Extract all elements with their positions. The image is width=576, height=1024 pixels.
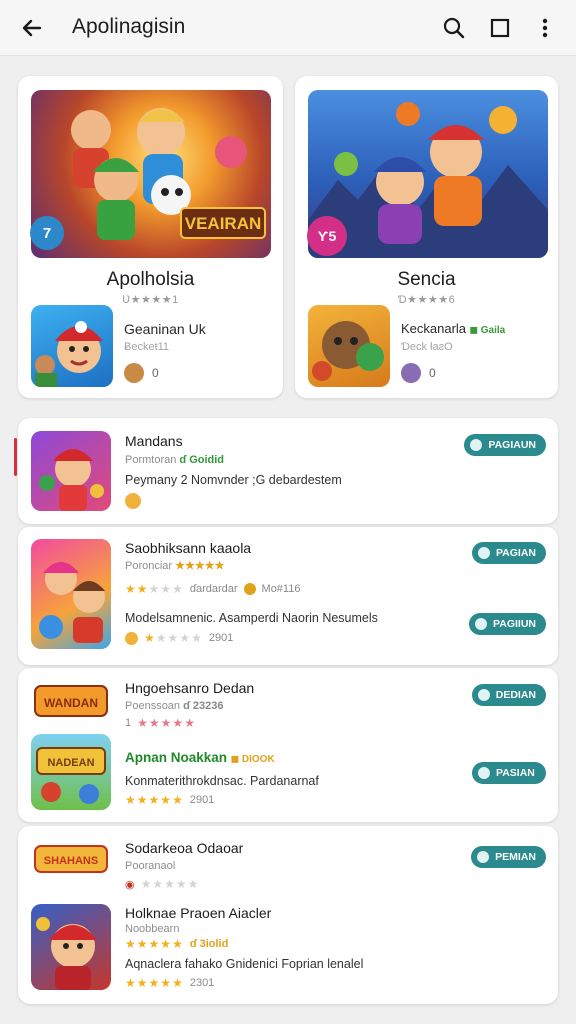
game-subtitle: Pormtoran ɗ Goidid — [125, 454, 225, 466]
game-rating: ★★★★★ 2301 — [125, 976, 215, 990]
game-icon — [31, 431, 111, 511]
install-button-secondary[interactable]: PASIAN — [472, 762, 546, 784]
game-logo: SHAHANS — [31, 838, 111, 882]
game-rating: ★★★★★ 2901 — [125, 793, 215, 807]
list-item[interactable]: WANDAN NADEAN Hngoehsanro Dedan Poenssoa… — [18, 668, 558, 822]
featured-card[interactable]: VEAIRAN 7 Apolholsia Ʋ★★★★1 Geaninan Uk … — [18, 76, 283, 398]
game-logo: WANDAN — [31, 678, 111, 730]
chat-bubble-icon — [477, 851, 490, 863]
install-button[interactable]: PAGIAN — [471, 542, 546, 564]
svg-text:VEAIRAN: VEAIRAN — [185, 214, 262, 233]
chat-bubble-icon — [478, 767, 490, 779]
coin-icon — [243, 583, 256, 595]
install-button[interactable]: DEDIAN — [471, 684, 546, 706]
game-icon — [31, 904, 111, 990]
install-button-secondary[interactable]: PAGIIUN — [469, 613, 546, 635]
game-developer: Noobbearn — [125, 923, 180, 935]
game-title: Keckanarla ◼ Gaila — [401, 321, 506, 336]
star-rating: ★★★★★ — [137, 716, 196, 730]
game-description: Modelsamnenic. Asamperdi Naorin Nesumels — [125, 611, 378, 625]
promo-title: Apnan Noakkan ◼ DIOOK — [125, 750, 275, 765]
friends-count: 0 — [152, 366, 159, 380]
game-thumbnail[interactable] — [31, 305, 113, 387]
featured-banner-image: VEAIRAN — [31, 90, 271, 258]
game-meta: ◉ ★★★★★ — [125, 877, 199, 891]
install-button[interactable]: PAGIAUN — [464, 434, 546, 456]
star-rating: ★★★★★ — [144, 631, 203, 645]
featured-card[interactable]: Ƴ5 Sencia Ɗ★★★★6 Keckanarla ◼ Gaila Ɗeck… — [295, 76, 558, 398]
game-description: Konmaterithrokdnsac. Pardanarnaf — [125, 774, 319, 788]
list-item[interactable]: SHAHANS Sodarkeoa Odaoar Pooranaol ◉ ★★★… — [18, 826, 558, 1004]
featured-badge: 7 — [30, 216, 64, 250]
window-icon[interactable] — [486, 14, 514, 42]
game-icon — [31, 539, 111, 649]
star-rating: ★★★★★ — [125, 582, 184, 596]
game-title: Sodarkeoa Odaoar — [125, 840, 244, 856]
emoji-icon — [125, 631, 138, 645]
game-subtitle: Poenssoan ɗ 23236 — [125, 700, 224, 712]
game-subtitle: Poronciar ★★★★★ — [125, 560, 225, 572]
friends-count: 0 — [429, 366, 436, 380]
page-title: Apolinagisin — [72, 15, 186, 38]
featured-name: Sencia — [397, 269, 456, 290]
back-arrow-icon[interactable] — [18, 14, 46, 42]
game-title: Mandans — [125, 433, 183, 449]
emoji-icon — [125, 493, 141, 509]
chat-bubble-icon — [475, 618, 488, 630]
game-developer: Ƀeckeŧ11 — [124, 341, 170, 353]
friends-icon — [401, 363, 421, 383]
genre-tag: ɗ Goidid — [179, 454, 225, 466]
svg-text:WANDAN: WANDAN — [44, 696, 98, 710]
game-thumbnail[interactable] — [308, 305, 390, 387]
chat-bubble-icon — [477, 689, 490, 701]
more-vert-icon[interactable] — [531, 14, 559, 42]
list-item[interactable]: Saobhiksann kaaola Poronciar ★★★★★ ★★★★★… — [18, 527, 558, 665]
game-title: Saobhiksann kaaola — [125, 540, 252, 556]
svg-text:SHAHANS: SHAHANS — [44, 855, 98, 867]
star-rating: ★★★★★ — [125, 976, 184, 990]
game-icon: NADEAN — [31, 734, 111, 810]
status-dot-icon: ◉ — [125, 878, 135, 891]
game-title: Geaninan Uk — [124, 321, 206, 337]
friends-icon — [124, 363, 144, 383]
game-description: Peymany 2 Nomvnder ;G debardestem — [125, 473, 342, 487]
rating-tag: ★★★★★ — [175, 560, 225, 572]
promo-tag: ◼ DIOOK — [230, 754, 275, 765]
svg-text:NADEAN: NADEAN — [47, 757, 94, 769]
game-description: Aqnaclera fahako Gnidenici Foprian lenal… — [125, 957, 364, 971]
chat-bubble-icon — [470, 439, 483, 451]
game-meta: ★★★★★ ɗ 3iolid — [125, 937, 229, 951]
search-icon[interactable] — [440, 14, 468, 42]
game-title-secondary: Holknae Praoen Aiacler — [125, 905, 272, 921]
star-rating: ★★★★★ — [125, 937, 184, 951]
game-meta: 1 ★★★★★ — [125, 716, 196, 730]
selected-indicator — [14, 438, 17, 476]
chat-bubble-icon — [477, 547, 490, 559]
game-subtitle: Pooranaol — [125, 860, 176, 872]
star-rating: ★★★★★ — [140, 877, 200, 891]
list-item[interactable]: Mandans Pormtoran ɗ Goidid Peymany 2 Nom… — [18, 418, 558, 524]
game-developer: Ɗeck ƚaƨO — [401, 341, 453, 353]
app-bar: Apolinagisin — [0, 0, 576, 56]
star-rating: ★★★★★ — [125, 793, 184, 807]
install-button[interactable]: PEMIAN — [471, 846, 546, 868]
featured-name: Apolholsia — [106, 269, 195, 290]
genre-tag: ɗ 23236 — [183, 700, 224, 712]
game-title: Hngoehsanro Dedan — [125, 680, 255, 696]
game-tag: ◼ Gaila — [469, 325, 506, 336]
featured-badge: Ƴ5 — [307, 216, 347, 256]
game-meta: ★★★★★ ɗardardar Mo#116 — [125, 582, 301, 596]
game-rating: ★★★★★ 2901 — [125, 631, 233, 645]
